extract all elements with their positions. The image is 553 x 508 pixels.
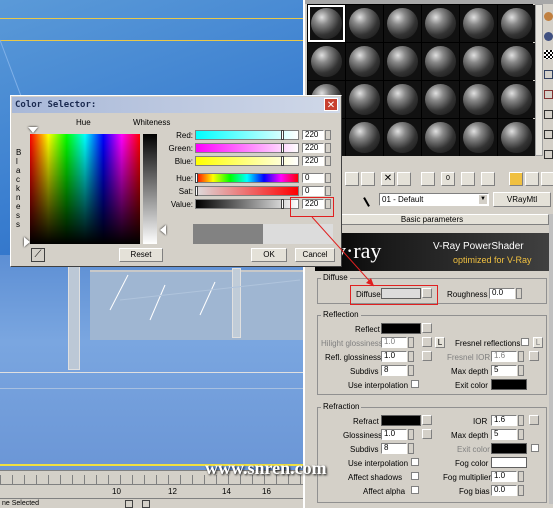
watermark: www.snren.com bbox=[205, 458, 327, 478]
annotation-arrow bbox=[311, 216, 375, 287]
